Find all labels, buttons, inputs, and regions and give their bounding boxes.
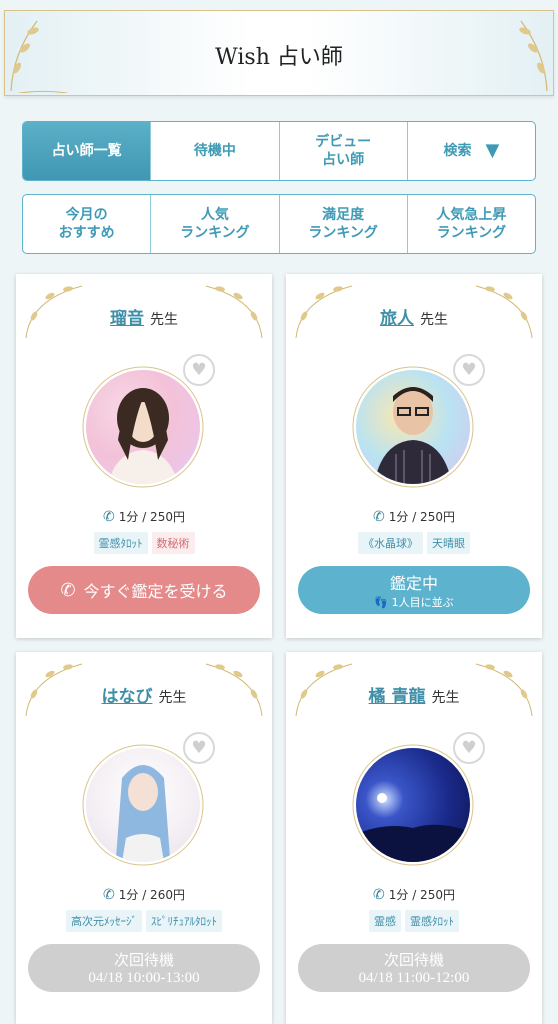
- card-name-row: 旅人 先生: [286, 304, 542, 329]
- tab-label: 満足度 ランキング: [308, 206, 378, 241]
- next-schedule-button[interactable]: 次回待機 04/18 11:00-12:00: [298, 944, 530, 992]
- fortune-teller-card[interactable]: 旅人 先生 ♥ ✆ 1分 / 250円 《水晶球》 天晴眼 鑑定中 👣 1人目に並ぶ: [286, 274, 542, 638]
- card-name-row: はなび 先生: [16, 682, 272, 707]
- tags-row: 霊感 霊感ﾀﾛｯﾄ: [286, 910, 542, 932]
- tab-label: 今月の おすすめ: [58, 206, 115, 241]
- skill-tag: 天晴眼: [427, 532, 470, 554]
- favorite-heart-icon[interactable]: ♥: [453, 732, 485, 764]
- ranking-tabs: 今月の おすすめ 人気 ランキング 満足度 ランキング 人気急上昇 ランキング: [22, 194, 536, 254]
- fortune-teller-name[interactable]: 橘 青龍: [369, 687, 426, 707]
- next-schedule-button[interactable]: 次回待機 04/18 10:00-13:00: [28, 944, 260, 992]
- page-title: Wish 占い師: [215, 45, 343, 70]
- card-name-row: 橘 青龍 先生: [286, 682, 542, 707]
- queue-button[interactable]: 鑑定中 👣 1人目に並ぶ: [298, 566, 530, 614]
- favorite-heart-icon[interactable]: ♥: [183, 354, 215, 386]
- tab-label: 検索: [443, 142, 472, 159]
- consult-now-button[interactable]: ✆ 今すぐ鑑定を受ける: [28, 566, 260, 614]
- skill-tag: 霊感ﾀﾛｯﾄ: [405, 910, 459, 932]
- fortune-teller-name[interactable]: はなび: [102, 687, 153, 707]
- tab-satisfaction-ranking[interactable]: 満足度 ランキング: [280, 195, 408, 253]
- phone-icon: ✆: [103, 509, 115, 525]
- phone-icon: ✆: [60, 579, 76, 601]
- button-label: 次回待機: [113, 953, 174, 969]
- skill-tag: 高次元ﾒｯｾｰｼﾞ: [66, 910, 142, 932]
- price-label: 1分 / 250円: [118, 510, 185, 524]
- avatar: [86, 748, 200, 862]
- tab-label: 人気 ランキング: [180, 206, 250, 241]
- skill-tag: 《水晶球》: [358, 532, 423, 554]
- fortune-teller-card[interactable]: 橘 青龍 先生 ♥ ✆ 1分 / 250円 霊感 霊感ﾀﾛｯﾄ 次回待機 04/18 …: [286, 652, 542, 1024]
- price-label: 1分 / 250円: [388, 510, 455, 524]
- skill-tag: ｽﾋﾟﾘﾁｭｱﾙﾀﾛｯﾄ: [146, 910, 222, 932]
- price-row: ✆ 1分 / 260円: [16, 886, 272, 903]
- main-tabs: 占い師一覧 待機中 デビュー 占い師 検索 ▼: [22, 121, 536, 181]
- queue-label: 👣 1人目に並ぶ: [374, 594, 453, 610]
- tab-popular-ranking[interactable]: 人気 ランキング: [151, 195, 280, 253]
- skill-tag: 数秘術: [151, 532, 195, 554]
- person-portrait-icon: [116, 765, 170, 862]
- tab-label: 人気急上昇 ランキング: [436, 206, 507, 241]
- page-header: Wish 占い師: [4, 10, 554, 96]
- fortune-teller-name[interactable]: 旅人: [380, 309, 414, 329]
- sensei-label: 先生: [420, 312, 448, 328]
- avatar-frame: ♥: [350, 354, 485, 490]
- phone-icon: ✆: [373, 887, 385, 903]
- tab-debut[interactable]: デビュー 占い師: [280, 122, 408, 180]
- schedule-time: 04/18 11:00-12:00: [358, 970, 470, 986]
- tags-row: 《水晶球》 天晴眼: [286, 532, 542, 554]
- tags-row: 高次元ﾒｯｾｰｼﾞ ｽﾋﾟﾘﾁｭｱﾙﾀﾛｯﾄ: [16, 910, 272, 932]
- sensei-label: 先生: [150, 312, 178, 328]
- button-label: 今すぐ鑑定を受ける: [83, 582, 228, 601]
- tab-search[interactable]: 検索 ▼: [408, 122, 535, 180]
- button-label: 鑑定中: [389, 574, 438, 593]
- favorite-heart-icon[interactable]: ♥: [183, 732, 215, 764]
- footsteps-icon: 👣: [374, 596, 389, 609]
- fortune-teller-card[interactable]: はなび 先生 ♥ ✆ 1分 / 260円 高次元ﾒｯｾｰｼﾞ ｽﾋﾟﾘﾁｭｱﾙﾀﾛｯﾄ…: [16, 652, 272, 1024]
- card-name-row: 瑠音 先生: [16, 304, 272, 329]
- skill-tag: 霊感ﾀﾛｯﾄ: [93, 532, 148, 554]
- price-row: ✆ 1分 / 250円: [286, 508, 542, 525]
- phone-icon: ✆: [103, 887, 115, 903]
- person-portrait-icon: [108, 388, 178, 484]
- favorite-heart-icon[interactable]: ♥: [453, 354, 485, 386]
- avatar-frame: ♥: [80, 732, 215, 868]
- avatar: [86, 370, 200, 484]
- schedule-time: 04/18 10:00-13:00: [88, 970, 200, 986]
- avatar-frame: ♥: [350, 732, 485, 868]
- tab-label: 占い師一覧: [51, 142, 122, 159]
- tags-row: 霊感ﾀﾛｯﾄ 数秘術: [16, 532, 272, 554]
- sensei-label: 先生: [431, 690, 460, 706]
- fortune-teller-card[interactable]: 瑠音 先生 ♥ ✆ 1分 / 250円 霊感ﾀﾛｯﾄ 数秘術 ✆ 今すぐ鑑定を受ける: [16, 274, 272, 638]
- tab-rising-ranking[interactable]: 人気急上昇 ランキング: [408, 195, 535, 253]
- tab-label: 待機中: [193, 142, 236, 159]
- price-row: ✆ 1分 / 250円: [286, 886, 542, 903]
- skill-tag: 霊感: [369, 910, 401, 932]
- fortune-teller-name[interactable]: 瑠音: [110, 309, 144, 329]
- price-row: ✆ 1分 / 250円: [16, 508, 272, 525]
- person-portrait-icon: [374, 387, 452, 484]
- tab-label: デビュー 占い師: [315, 133, 372, 168]
- price-label: 1分 / 260円: [118, 888, 185, 902]
- queue-text: 1人目に並ぶ: [391, 596, 454, 609]
- chevron-down-icon: ▼: [485, 140, 500, 162]
- moonlit-landscape-icon: [356, 793, 470, 862]
- price-label: 1分 / 250円: [388, 888, 455, 902]
- sensei-label: 先生: [158, 690, 187, 706]
- tab-fortune-teller-list[interactable]: 占い師一覧: [23, 122, 152, 180]
- avatar: [356, 370, 470, 484]
- tab-waiting[interactable]: 待機中: [151, 122, 280, 180]
- avatar-frame: ♥: [80, 354, 215, 490]
- phone-icon: ✆: [373, 509, 385, 525]
- tab-monthly-recommend[interactable]: 今月の おすすめ: [23, 195, 152, 253]
- avatar: [356, 748, 470, 862]
- button-label: 次回待機: [383, 953, 444, 969]
